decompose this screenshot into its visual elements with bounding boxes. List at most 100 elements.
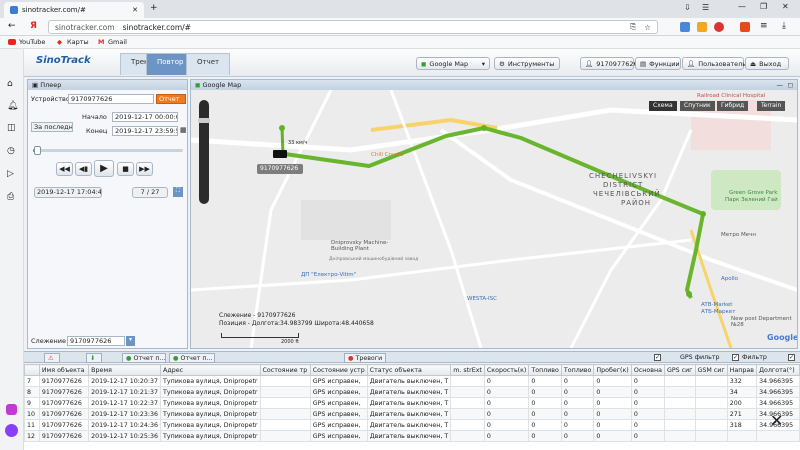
report-tab-1[interactable]: ● Отчет п... — [122, 353, 166, 363]
column-header[interactable]: Адрес — [160, 364, 261, 376]
column-header[interactable]: Время — [88, 364, 162, 376]
table-row[interactable]: 11 9170977626 2019-12-17 10:24:36 Тупикова … — [24, 419, 800, 431]
start-time-input[interactable]: 2019-12-17 00:00:00 — [112, 112, 178, 122]
close-x-icon[interactable]: ✕ — [770, 411, 783, 430]
calendar-icon[interactable]: ▦ — [180, 126, 187, 134]
bookmark-manager-icon[interactable]: ☰ — [702, 3, 709, 12]
map-type-roadmap[interactable]: Схема — [649, 101, 677, 111]
table-row[interactable]: 10 9170977626 2019-12-17 10:23:36 Тупикова … — [24, 408, 800, 420]
period-select[interactable]: За последн▾ — [31, 122, 73, 132]
tracking-select[interactable]: 9170977626 — [67, 336, 125, 346]
close-window-icon[interactable]: ✕ — [782, 2, 789, 11]
collections-icon[interactable]: ◫ — [7, 123, 16, 133]
column-header[interactable]: Топливо — [528, 364, 562, 376]
column-header[interactable]: Состояние устр — [309, 364, 368, 376]
gps-filter-checkbox[interactable]: ✓ — [654, 354, 661, 361]
profile-icon[interactable] — [740, 22, 750, 32]
bookmark-gmail[interactable]: Gmail — [108, 38, 127, 46]
table-cell — [450, 419, 485, 431]
device-report-button[interactable]: Отчет — [156, 94, 186, 104]
timeline-slider[interactable] — [33, 149, 183, 152]
settings-checkbox[interactable]: ✓ — [788, 354, 795, 361]
bookmark-maps[interactable]: Карты — [67, 38, 89, 46]
adblock-icon[interactable] — [714, 22, 724, 32]
column-header[interactable]: Пробег(к) — [593, 364, 632, 376]
column-header[interactable]: Долгота(°) — [756, 364, 800, 376]
rewind-button[interactable]: ◀◀ — [56, 162, 73, 176]
table-row[interactable]: 7 9170977626 2019-12-17 10:20:37 Тупикова в… — [24, 375, 800, 387]
google-map[interactable]: Схема Спутник Гибрид Terrain 9170977626 … — [191, 90, 797, 348]
user-button[interactable]: 👤︎ Пользователь — [682, 57, 746, 70]
back-icon[interactable]: ← — [8, 21, 16, 31]
new-tab-icon[interactable]: + — [150, 3, 158, 13]
map-type-satellite[interactable]: Спутник — [680, 101, 715, 111]
browser-tab[interactable]: sinotracker.com/# ✕ — [4, 2, 144, 18]
alice-assistant-icon[interactable] — [5, 424, 18, 437]
functions-button[interactable]: ▤ Функции — [635, 57, 681, 70]
report-tab-alarms[interactable]: ● Тревоги — [344, 353, 386, 363]
yandex-logo-icon[interactable]: Я — [30, 21, 37, 31]
history-icon[interactable]: ◷ — [7, 146, 15, 156]
downloads-icon[interactable]: ⇩ — [684, 3, 691, 12]
slow-button[interactable]: ◀▮ — [75, 162, 92, 176]
play-button[interactable]: ▶ — [94, 160, 114, 177]
column-header[interactable]: Топливо — [560, 364, 595, 376]
column-header[interactable]: Имя объекта — [38, 364, 90, 376]
zoom-handle[interactable] — [198, 118, 210, 123]
close-tab-icon[interactable]: ✕ — [132, 6, 138, 14]
forward-button[interactable]: ▶▶ — [136, 162, 153, 176]
tools-button[interactable]: ⚙ Инструменты — [494, 57, 560, 70]
timeline-handle[interactable] — [34, 146, 41, 155]
column-header[interactable]: GPS сиг — [663, 364, 696, 376]
report-tab-export[interactable]: ⬇ — [86, 353, 102, 363]
report-tab-alarm[interactable]: ⚠ — [44, 353, 60, 363]
menu-icon[interactable]: ≡ — [760, 21, 768, 31]
tracking-dropdown-icon[interactable]: ▾ — [126, 336, 135, 346]
column-header[interactable]: m. strExt — [450, 364, 485, 376]
bookmark-youtube[interactable]: YouTube — [19, 38, 45, 46]
fullscreen-icon[interactable]: ⛶ — [173, 187, 183, 197]
minimize-icon[interactable]: — — [738, 2, 746, 11]
address-field[interactable]: sinotracker.com sinotracker.com/# ⎘ ☆ — [48, 20, 658, 34]
map-maximize-icon[interactable]: ◻ — [788, 81, 793, 89]
play-icon[interactable]: ▷ — [7, 169, 14, 179]
column-header[interactable] — [24, 364, 40, 376]
download-icon[interactable]: ⤓ — [782, 21, 786, 31]
table-row[interactable]: 12 9170977626 2019-12-17 10:25:36 Тупикова … — [24, 430, 800, 442]
data-table: Имя объекта Время Адрес Состояние тр Состоян… — [24, 364, 800, 442]
column-header[interactable]: Основна — [630, 364, 665, 376]
column-header[interactable]: Статус объекта — [366, 364, 452, 376]
report-tab-2[interactable]: ● Отчет п... — [169, 353, 215, 363]
copy-link-icon[interactable]: ⎘ — [630, 22, 636, 32]
translate-icon[interactable] — [680, 22, 690, 32]
column-header[interactable]: Скорость(к) — [483, 364, 530, 376]
downloads-side-icon[interactable]: ⎙ — [7, 192, 14, 202]
map-type-terrain[interactable]: Terrain — [757, 101, 786, 111]
filter-checkbox[interactable]: ✓ — [732, 354, 739, 361]
column-header[interactable]: Состояние тр — [259, 364, 311, 376]
end-time-input[interactable]: 2019-12-17 23:59:59 — [112, 126, 178, 136]
column-header[interactable]: Направ — [726, 364, 758, 376]
zoom-slider[interactable] — [199, 100, 209, 204]
bookmark-star-icon[interactable]: ☆ — [644, 23, 651, 32]
map-type-hybrid[interactable]: Гибрид — [717, 101, 749, 111]
tab-report[interactable]: Отчет — [186, 53, 231, 75]
table-row[interactable]: 9 9170977626 2019-12-17 10:22:37 Тупикова в… — [24, 397, 800, 409]
stop-button[interactable]: ■ — [117, 162, 134, 176]
table-header-row: Имя объекта Время Адрес Состояние тр Состоян… — [24, 364, 800, 376]
notifications-icon[interactable]: 🔔︎ — [7, 101, 18, 111]
table-cell: GPS исправен, — [309, 430, 368, 442]
extension-icon[interactable] — [697, 22, 707, 32]
end-label: Конец — [86, 127, 108, 135]
column-header[interactable]: GSM сиг — [694, 364, 728, 376]
table-row[interactable]: 8 9170977626 2019-12-17 10:21:37 Тупикова в… — [24, 386, 800, 398]
map-select[interactable]: ◼ Google Map ▾ — [416, 57, 490, 70]
poi-metro: Метро Мечн — [721, 232, 756, 238]
lock-icon[interactable] — [6, 404, 17, 415]
device-button[interactable]: 👤︎ 9170977626 — [580, 57, 638, 70]
exit-button[interactable]: ⏏ Выход — [745, 57, 789, 70]
device-input[interactable]: 9170977626 — [68, 94, 154, 104]
map-minimize-icon[interactable]: — — [777, 81, 784, 89]
maximize-icon[interactable]: ❐ — [760, 2, 767, 11]
home-icon[interactable]: ⌂ — [7, 79, 13, 89]
